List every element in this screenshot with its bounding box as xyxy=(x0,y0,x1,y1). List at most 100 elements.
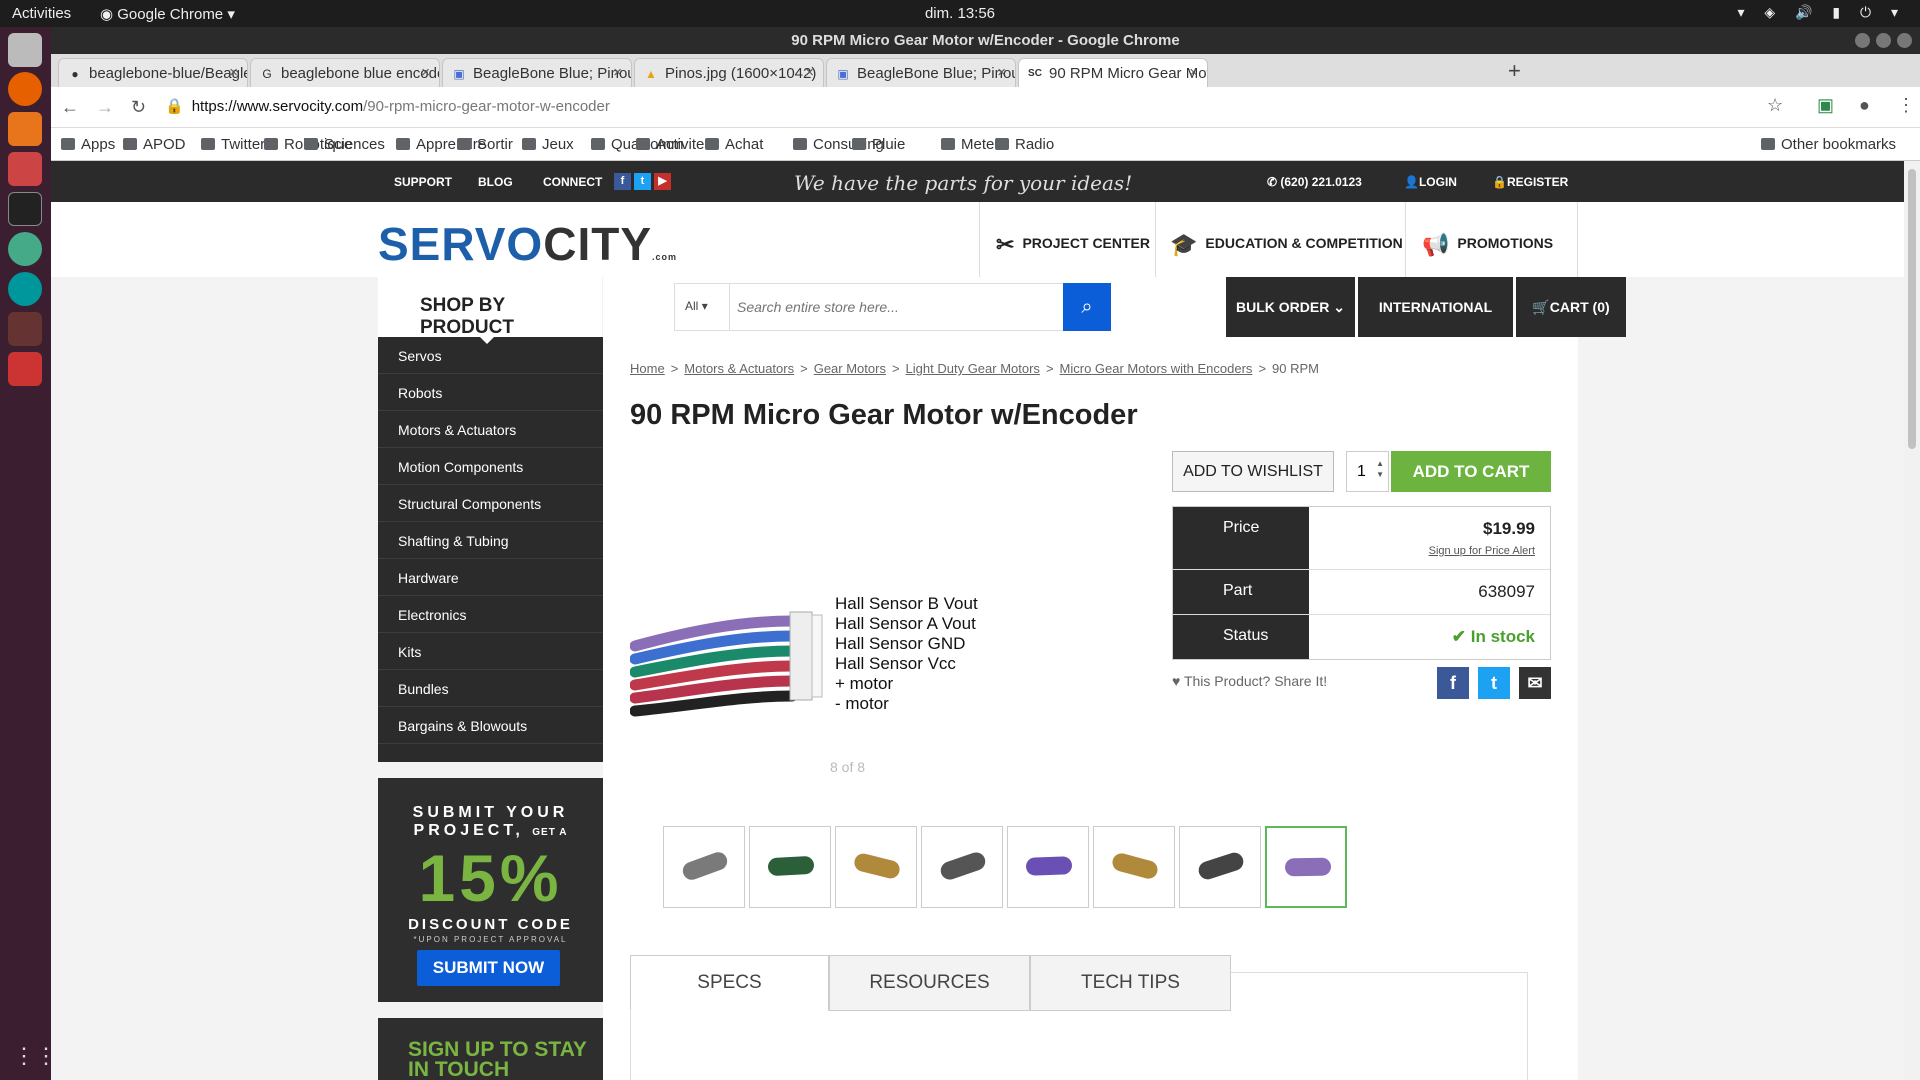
url-input[interactable]: 🔒 https://www.servocity.com/90-rpm-micro-… xyxy=(165,92,1845,122)
breadcrumb-link[interactable]: Motors & Actuators xyxy=(684,361,794,376)
login-link[interactable]: 👤LOGIN xyxy=(1404,175,1457,189)
breadcrumb-link[interactable]: Gear Motors xyxy=(814,361,886,376)
tab-specs[interactable]: SPECS xyxy=(630,955,829,1011)
bookmark-jeux[interactable]: Jeux xyxy=(522,136,574,153)
close-tab-icon[interactable]: × xyxy=(997,64,1006,81)
quantity-stepper[interactable]: 1 ▲ ▼ xyxy=(1346,451,1389,492)
system-tray[interactable]: ▾ ◈ 🔊 ▮ ⏻ ▾ xyxy=(1738,4,1906,21)
maximize-icon[interactable] xyxy=(1876,33,1891,48)
thumbnail[interactable] xyxy=(749,826,831,908)
bookmark-apod[interactable]: APOD xyxy=(123,136,186,153)
facebook-share-icon[interactable]: f xyxy=(1437,667,1469,699)
minimize-icon[interactable] xyxy=(1855,33,1870,48)
bookmark-radio[interactable]: Radio xyxy=(995,136,1054,153)
activities-button[interactable]: Activities xyxy=(12,5,71,22)
search-icon[interactable]: ⌕ xyxy=(1063,283,1111,331)
sidebar-item-robots[interactable]: Robots xyxy=(378,374,603,411)
close-tab-icon[interactable]: × xyxy=(613,64,622,81)
breadcrumb-link[interactable]: Home xyxy=(630,361,665,376)
connect-link[interactable]: CONNECT xyxy=(543,175,602,189)
price-alert-link[interactable]: Sign up for Price Alert xyxy=(1309,545,1535,557)
sidebar-item-motion-components[interactable]: Motion Components xyxy=(378,448,603,485)
add-to-cart-button[interactable]: ADD TO CART xyxy=(1391,451,1551,492)
clock[interactable]: dim. 13:56 xyxy=(0,5,1920,22)
back-icon[interactable]: ← xyxy=(61,97,79,118)
servocity-logo[interactable]: SERVOCITY.com xyxy=(378,217,677,271)
firefox-icon[interactable] xyxy=(8,72,42,106)
new-tab-icon[interactable]: + xyxy=(1508,58,1521,84)
tab-tech-tips[interactable]: TECH TIPS xyxy=(1030,955,1231,1011)
profile-icon[interactable]: ● xyxy=(1859,95,1870,116)
sidebar-item-structural-components[interactable]: Structural Components xyxy=(378,485,603,522)
stepper-arrows-icon[interactable]: ▲ ▼ xyxy=(1376,458,1384,480)
sidebar-item-bargains-blowouts[interactable]: Bargains & Blowouts xyxy=(378,707,603,744)
sidebar-item-hardware[interactable]: Hardware xyxy=(378,559,603,596)
menu-icon[interactable]: ⋮ xyxy=(1897,95,1915,116)
twitter-share-icon[interactable]: t xyxy=(1478,667,1510,699)
arduino-icon[interactable] xyxy=(8,272,42,306)
sidebar-item-kits[interactable]: Kits xyxy=(378,633,603,670)
submit-now-button[interactable]: SUBMIT NOW xyxy=(417,950,560,986)
phone-link[interactable]: ✆ (620) 221.0123 xyxy=(1267,175,1362,189)
other-bookmarks[interactable]: Other bookmarks xyxy=(1761,136,1896,153)
product-image[interactable]: Hall Sensor B VoutHall Sensor A VoutHall… xyxy=(630,535,990,775)
nav-education[interactable]: 🎓 EDUCATION & COMPETITION xyxy=(1155,202,1405,277)
im-icon[interactable] xyxy=(8,352,42,386)
breadcrumb-link[interactable]: Micro Gear Motors with Encoders xyxy=(1060,361,1253,376)
tab[interactable]: ● beaglebone-blue/Beaglet × xyxy=(58,58,248,87)
international-button[interactable]: INTERNATIONAL xyxy=(1358,277,1513,337)
reload-icon[interactable]: ↻ xyxy=(131,97,146,118)
bookmark-activites[interactable]: Activites xyxy=(636,136,712,153)
page-scrollbar[interactable] xyxy=(1904,161,1920,1080)
thumbnail[interactable] xyxy=(1007,826,1089,908)
settings-icon[interactable] xyxy=(8,152,42,186)
extension-icon[interactable]: ▣ xyxy=(1817,95,1834,116)
tab-active[interactable]: SC 90 RPM Micro Gear Motor × xyxy=(1018,58,1208,87)
thumbnail-selected[interactable] xyxy=(1265,826,1347,908)
thumbnail[interactable] xyxy=(1179,826,1261,908)
bookmark-meteo[interactable]: Meteo xyxy=(941,136,1003,153)
cart-button[interactable]: 🛒CART (0) xyxy=(1516,277,1626,337)
files-icon[interactable] xyxy=(8,33,42,67)
twitter-icon[interactable]: t xyxy=(634,173,651,190)
tab-resources[interactable]: RESOURCES xyxy=(829,955,1030,1011)
breadcrumb-link[interactable]: Light Duty Gear Motors xyxy=(906,361,1040,376)
thumbnail[interactable] xyxy=(835,826,917,908)
bookmark-sortir[interactable]: Sortir xyxy=(457,136,513,153)
app-icon[interactable] xyxy=(8,312,42,346)
facebook-icon[interactable]: f xyxy=(614,173,631,190)
bookmark-twitter[interactable]: Twitter xyxy=(201,136,265,153)
youtube-icon[interactable]: ▶ xyxy=(654,173,671,190)
thumbnail[interactable] xyxy=(663,826,745,908)
app-menu[interactable]: ◉ Google Chrome ▾ xyxy=(100,5,235,23)
thumbnail[interactable] xyxy=(921,826,1003,908)
nav-project-center[interactable]: ✂ PROJECT CENTER xyxy=(979,202,1155,277)
sidebar-item-motors-actuators[interactable]: Motors & Actuators xyxy=(378,411,603,448)
close-tab-icon[interactable]: × xyxy=(1189,64,1198,81)
terminal-icon[interactable] xyxy=(8,192,42,226)
forward-icon[interactable]: → xyxy=(96,97,114,118)
tab[interactable]: ▣ BeagleBone Blue; Pinout × xyxy=(826,58,1016,87)
close-tab-icon[interactable]: × xyxy=(805,64,814,81)
bookmark-apps[interactable]: Apps xyxy=(61,136,115,153)
close-icon[interactable] xyxy=(1897,33,1912,48)
sidebar-item-electronics[interactable]: Electronics xyxy=(378,596,603,633)
support-link[interactable]: SUPPORT xyxy=(394,175,452,189)
thumbnail[interactable] xyxy=(1093,826,1175,908)
tab[interactable]: Gbeaglebone blue encoder × xyxy=(250,58,440,87)
bookmark-achat[interactable]: Achat xyxy=(705,136,763,153)
register-link[interactable]: 🔒REGISTER xyxy=(1492,175,1568,189)
signup-banner[interactable]: SIGN UP TO STAY IN TOUCH xyxy=(378,1018,603,1080)
promo-banner[interactable]: SUBMIT YOUR PROJECT, GET A 15% DISCOUNT C… xyxy=(378,778,603,1002)
software-icon[interactable] xyxy=(8,112,42,146)
bookmark-pluie[interactable]: Pluie xyxy=(852,136,905,153)
tab[interactable]: ▲ Pinos.jpg (1600×1042) × xyxy=(634,58,824,87)
sidebar-item-shafting-tubing[interactable]: Shafting & Tubing xyxy=(378,522,603,559)
scrollbar-thumb[interactable] xyxy=(1908,169,1916,449)
tab[interactable]: ▣ BeagleBone Blue; Pinout × xyxy=(442,58,632,87)
sidebar-item-bundles[interactable]: Bundles xyxy=(378,670,603,707)
star-icon[interactable]: ☆ xyxy=(1767,95,1783,116)
close-tab-icon[interactable]: × xyxy=(229,64,238,81)
search-input[interactable] xyxy=(737,292,1057,322)
blog-link[interactable]: BLOG xyxy=(478,175,513,189)
